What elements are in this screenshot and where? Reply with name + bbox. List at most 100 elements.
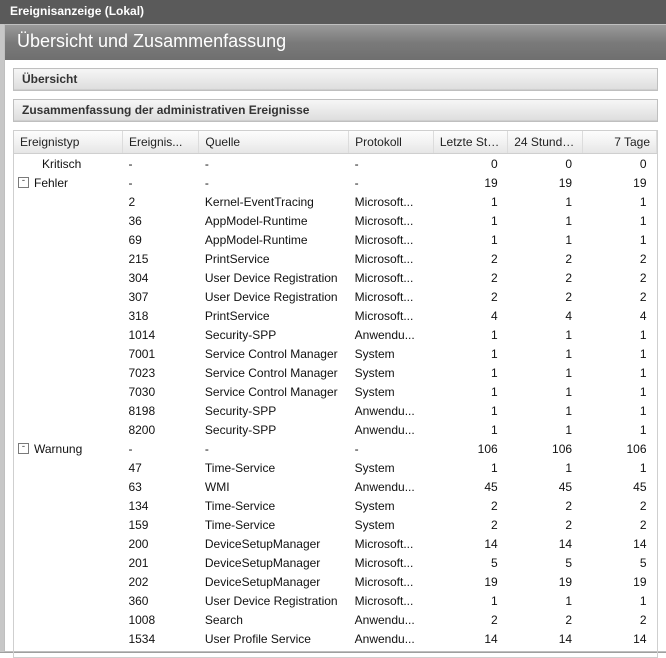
cell-source: Security-SPP (199, 325, 349, 344)
cell-source: User Device Registration (199, 268, 349, 287)
cell-protocol: - (349, 439, 434, 458)
cell-protocol: System (349, 344, 434, 363)
cell-last-hour: 19 (433, 572, 507, 591)
table-row[interactable]: Kritisch---000 (14, 154, 657, 174)
col-protocol[interactable]: Protokoll (349, 131, 434, 154)
cell-source: PrintService (199, 306, 349, 325)
cell-24h: 2 (508, 287, 582, 306)
cell-24h: 1 (508, 325, 582, 344)
col-source[interactable]: Quelle (199, 131, 349, 154)
cell-source: AppModel-Runtime (199, 211, 349, 230)
table-row[interactable]: 159Time-ServiceSystem222 (14, 515, 657, 534)
table-row[interactable]: 8200Security-SPPAnwendu...111 (14, 420, 657, 439)
cell-event-type (14, 496, 122, 515)
table-row[interactable]: 307User Device RegistrationMicrosoft...2… (14, 287, 657, 306)
table-row[interactable]: 1534User Profile ServiceAnwendu...141414 (14, 629, 657, 648)
cell-source: Time-Service (199, 515, 349, 534)
summary-section-header[interactable]: Zusammenfassung der administrativen Erei… (14, 100, 657, 121)
table-row[interactable]: -Fehler---191919 (14, 173, 657, 192)
cell-event-id: 134 (122, 496, 198, 515)
cell-event-type (14, 477, 122, 496)
table-row[interactable]: 215PrintServiceMicrosoft...222 (14, 249, 657, 268)
cell-protocol: Anwendu... (349, 420, 434, 439)
cell-event-type (14, 534, 122, 553)
table-row[interactable]: 63WMIAnwendu...454545 (14, 477, 657, 496)
table-row[interactable]: 318PrintServiceMicrosoft...444 (14, 306, 657, 325)
cell-7d: 2 (582, 287, 656, 306)
cell-last-hour: 1 (433, 591, 507, 610)
table-row[interactable]: 8198Security-SPPAnwendu...111 (14, 401, 657, 420)
cell-event-type (14, 515, 122, 534)
col-event-type[interactable]: Ereignistyp (14, 131, 122, 154)
collapse-icon[interactable]: - (18, 177, 29, 188)
col-event-id[interactable]: Ereignis... (122, 131, 198, 154)
cell-24h: 1 (508, 401, 582, 420)
table-row[interactable]: 134Time-ServiceSystem222 (14, 496, 657, 515)
cell-event-type: Kritisch (14, 154, 122, 174)
cell-source: Search (199, 610, 349, 629)
cell-protocol: Microsoft... (349, 306, 434, 325)
cell-last-hour: 14 (433, 534, 507, 553)
col-24h[interactable]: 24 Stunden (508, 131, 582, 154)
table-row[interactable]: 69AppModel-RuntimeMicrosoft...111 (14, 230, 657, 249)
table-row[interactable]: 201DeviceSetupManagerMicrosoft...555 (14, 553, 657, 572)
cell-protocol: System (349, 363, 434, 382)
cell-event-id: 7001 (122, 344, 198, 363)
cell-event-type (14, 458, 122, 477)
column-header-row: Ereignistyp Ereignis... Quelle Protokoll… (14, 131, 657, 154)
table-row[interactable]: 200DeviceSetupManagerMicrosoft...141414 (14, 534, 657, 553)
cell-source: - (199, 154, 349, 174)
cell-source: AppModel-Runtime (199, 230, 349, 249)
cell-7d: 2 (582, 515, 656, 534)
cell-event-id: 318 (122, 306, 198, 325)
table-row[interactable]: 2Kernel-EventTracingMicrosoft...111 (14, 192, 657, 211)
cell-protocol: Microsoft... (349, 553, 434, 572)
cell-24h: 0 (508, 154, 582, 174)
table-row[interactable]: 47Time-ServiceSystem111 (14, 458, 657, 477)
cell-24h: 1 (508, 591, 582, 610)
cell-last-hour: 1 (433, 363, 507, 382)
table-row[interactable]: 1014Security-SPPAnwendu...111 (14, 325, 657, 344)
cell-source: Service Control Manager (199, 363, 349, 382)
cell-event-id: 201 (122, 553, 198, 572)
cell-7d: 4 (582, 306, 656, 325)
table-row[interactable]: 202DeviceSetupManagerMicrosoft...191919 (14, 572, 657, 591)
table-row[interactable]: 7030Service Control ManagerSystem111 (14, 382, 657, 401)
cell-event-id: 200 (122, 534, 198, 553)
table-row[interactable]: 304User Device RegistrationMicrosoft...2… (14, 268, 657, 287)
table-row[interactable]: -Warnung---106106106 (14, 439, 657, 458)
window-title: Ereignisanzeige (Lokal) (0, 0, 666, 24)
cell-24h: 1 (508, 382, 582, 401)
cell-protocol: System (349, 458, 434, 477)
cell-last-hour: 45 (433, 477, 507, 496)
cell-last-hour: 106 (433, 439, 507, 458)
cell-protocol: Microsoft... (349, 192, 434, 211)
cell-24h: 19 (508, 173, 582, 192)
cell-7d: 1 (582, 192, 656, 211)
cell-last-hour: 1 (433, 458, 507, 477)
col-last-hour[interactable]: Letzte Stu... (433, 131, 507, 154)
col-7d[interactable]: 7 Tage (582, 131, 656, 154)
cell-7d: 1 (582, 211, 656, 230)
event-type-label: Kritisch (42, 157, 81, 171)
events-table: Ereignistyp Ereignis... Quelle Protokoll… (14, 131, 657, 648)
cell-source: DeviceSetupManager (199, 534, 349, 553)
main-area: Übersicht und Zusammenfassung Übersicht … (4, 24, 666, 652)
cell-event-type (14, 230, 122, 249)
cell-last-hour: 2 (433, 287, 507, 306)
table-row[interactable]: 7001Service Control ManagerSystem111 (14, 344, 657, 363)
table-row[interactable]: 36AppModel-RuntimeMicrosoft...111 (14, 211, 657, 230)
cell-source: Time-Service (199, 496, 349, 515)
overview-section-header[interactable]: Übersicht (14, 69, 657, 90)
cell-7d: 1 (582, 458, 656, 477)
cell-protocol: System (349, 515, 434, 534)
cell-7d: 1 (582, 363, 656, 382)
table-row[interactable]: 1008SearchAnwendu...222 (14, 610, 657, 629)
table-row[interactable]: 360User Device RegistrationMicrosoft...1… (14, 591, 657, 610)
collapse-icon[interactable]: - (18, 443, 29, 454)
cell-source: User Device Registration (199, 591, 349, 610)
cell-event-type (14, 572, 122, 591)
cell-last-hour: 1 (433, 401, 507, 420)
table-row[interactable]: 7023Service Control ManagerSystem111 (14, 363, 657, 382)
cell-event-type (14, 363, 122, 382)
